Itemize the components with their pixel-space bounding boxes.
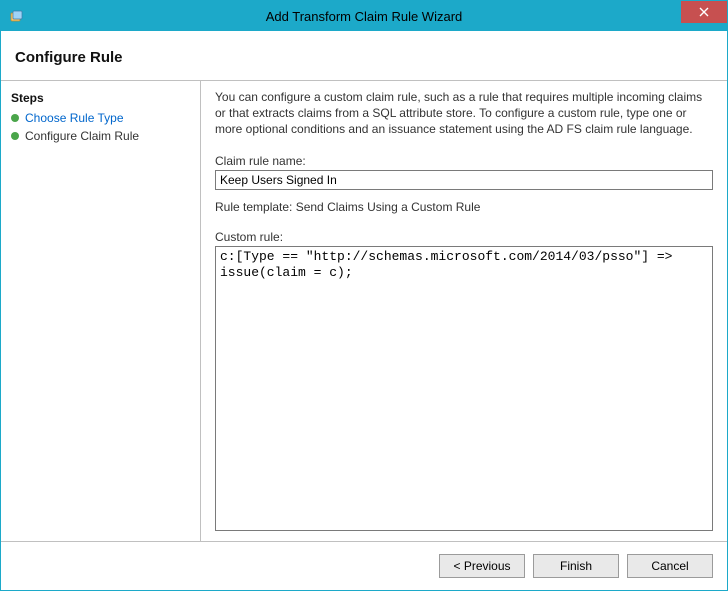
description-text: You can configure a custom claim rule, s… <box>215 89 713 138</box>
step-configure-claim-rule[interactable]: Configure Claim Rule <box>11 127 190 145</box>
custom-rule-section: Custom rule: <box>215 224 713 531</box>
steps-heading: Steps <box>11 87 190 109</box>
step-bullet-icon <box>11 114 19 122</box>
wizard-window: Add Transform Claim Rule Wizard Configur… <box>0 0 728 591</box>
titlebar: Add Transform Claim Rule Wizard <box>1 1 727 31</box>
step-label: Choose Rule Type <box>25 111 124 125</box>
custom-rule-textarea[interactable] <box>215 246 713 531</box>
rule-name-input[interactable] <box>215 170 713 190</box>
previous-button[interactable]: < Previous <box>439 554 525 578</box>
finish-button[interactable]: Finish <box>533 554 619 578</box>
rule-name-label: Claim rule name: <box>215 154 713 168</box>
step-choose-rule-type[interactable]: Choose Rule Type <box>11 109 190 127</box>
steps-sidebar: Steps Choose Rule Type Configure Claim R… <box>1 81 201 541</box>
step-label: Configure Claim Rule <box>25 129 139 143</box>
app-icon <box>9 8 25 24</box>
close-button[interactable] <box>681 1 727 23</box>
page-title: Configure Rule <box>1 31 727 81</box>
custom-rule-label: Custom rule: <box>215 230 713 244</box>
rule-template-label: Rule template: Send Claims Using a Custo… <box>215 200 713 214</box>
wizard-body: Steps Choose Rule Type Configure Claim R… <box>1 81 727 541</box>
main-panel: You can configure a custom claim rule, s… <box>201 81 727 541</box>
button-bar: < Previous Finish Cancel <box>1 541 727 590</box>
cancel-button[interactable]: Cancel <box>627 554 713 578</box>
window-title: Add Transform Claim Rule Wizard <box>1 9 727 24</box>
step-bullet-icon <box>11 132 19 140</box>
